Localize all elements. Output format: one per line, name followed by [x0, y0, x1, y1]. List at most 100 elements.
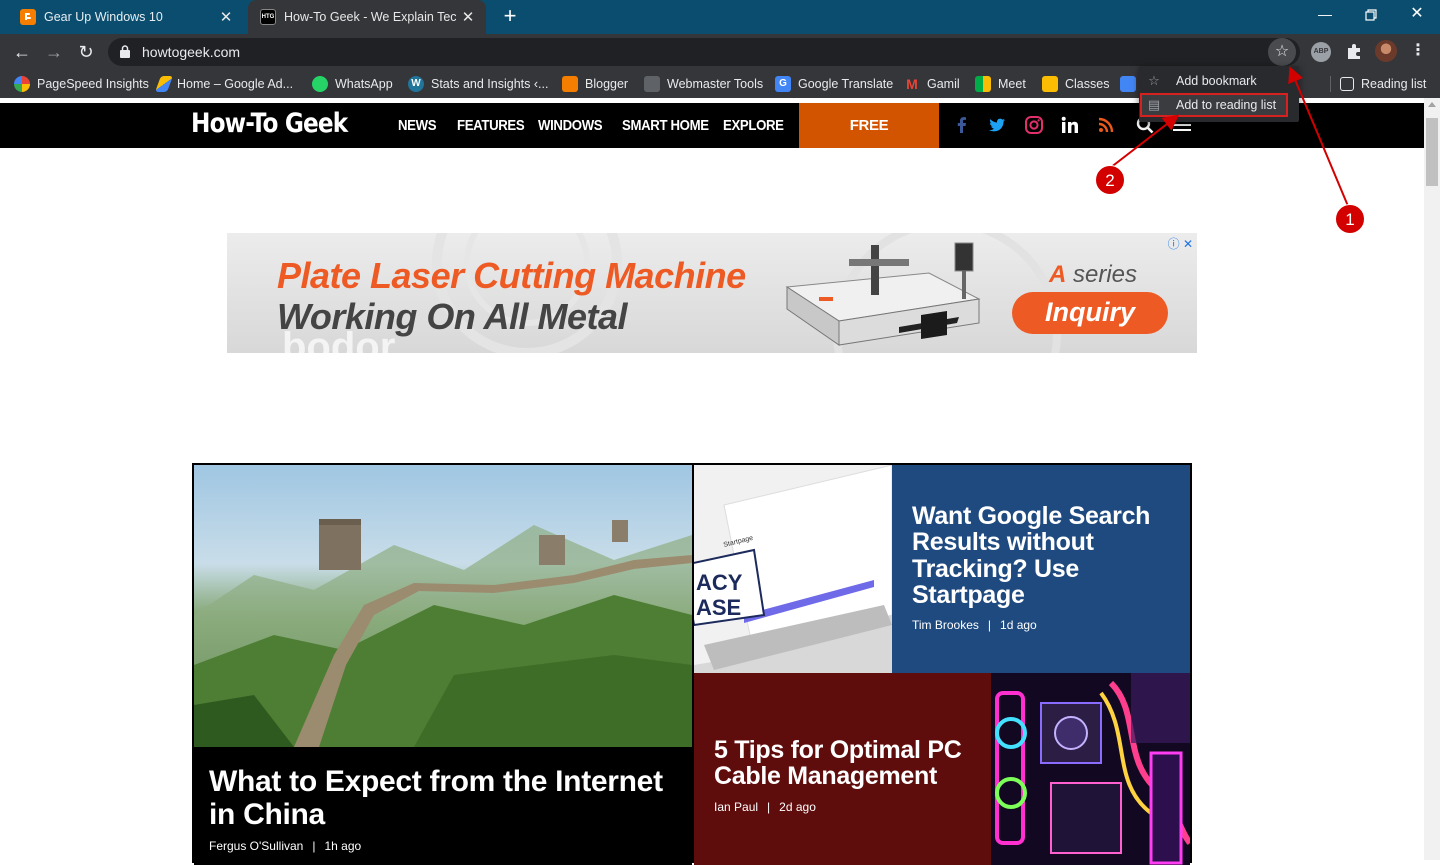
htg-icon: HTG [260, 9, 276, 25]
bookmark-classes[interactable]: Classes [1042, 75, 1109, 93]
extensions-puzzle-icon[interactable] [1343, 40, 1365, 62]
tab-title: How-To Geek - We Explain Technology [284, 10, 456, 24]
article-time: 1d ago [1000, 618, 1037, 632]
adblock-icon[interactable]: ABP [1311, 42, 1331, 62]
twitter-icon[interactable] [987, 115, 1007, 135]
laser-cutting-machine-image [785, 242, 981, 346]
nav-smart-home[interactable]: SMART HOME [622, 117, 709, 134]
article-byline: Fergus O'Sullivan | 1h ago [209, 839, 361, 853]
article-card-main[interactable]: What to Expect from the Internet in Chin… [194, 465, 692, 865]
scrollbar-thumb[interactable] [1426, 118, 1438, 186]
nav-news[interactable]: NEWS [398, 117, 437, 134]
close-window-button[interactable]: ✕ [1394, 0, 1440, 30]
bookmark-meet[interactable]: Meet [975, 75, 1026, 93]
rss-icon[interactable] [1096, 115, 1116, 135]
reading-list-button[interactable]: Reading list [1340, 75, 1426, 93]
google-ads-icon [155, 76, 173, 92]
free-newsletter-button[interactable]: FREE NEWSLETTER [799, 103, 939, 179]
tab-strip: Gear Up Windows 10 ✕ HTG How-To Geek - W… [0, 0, 1440, 34]
bookmark-stats-insights[interactable]: W Stats and Insights ‹... [408, 75, 548, 93]
advertisement-banner[interactable]: Plate Laser Cutting Machine Working On A… [227, 233, 1197, 353]
article-body: What to Expect from the Internet in Chin… [194, 747, 692, 865]
article-title[interactable]: 5 Tips for Optimal PC Cable Management [714, 737, 984, 790]
image-text-1: ACY [696, 570, 743, 595]
site-logo[interactable]: How-To Geek [191, 108, 348, 139]
google-translate-icon: G [775, 76, 791, 92]
webmaster-tools-icon [644, 76, 660, 92]
annotation-marker-1: 1 [1335, 204, 1365, 234]
ad-inquiry-button[interactable]: Inquiry [1012, 292, 1168, 334]
article-author[interactable]: Ian Paul [714, 800, 758, 814]
bookmark-popup-menu: ☆ Add bookmark ▤ Add to reading list [1139, 66, 1299, 122]
instagram-icon[interactable] [1024, 115, 1044, 135]
ad-watermark: bodor [282, 325, 396, 353]
bookmark-star-icon[interactable]: ☆ [1268, 38, 1296, 66]
page-scrollbar[interactable] [1424, 98, 1440, 860]
reading-list-icon [1340, 77, 1354, 91]
ad-series: A series [1049, 261, 1138, 288]
article-card-cable-management[interactable]: 5 Tips for Optimal PC Cable Management I… [694, 673, 1190, 865]
wordpress-icon: W [408, 76, 424, 92]
restore-button[interactable] [1348, 0, 1394, 30]
classroom-icon [1042, 76, 1058, 92]
article-author[interactable]: Tim Brookes [912, 618, 979, 632]
blogger-icon [20, 9, 36, 25]
nav-features[interactable]: FEATURES [457, 117, 525, 134]
minimize-button[interactable]: — [1302, 0, 1348, 30]
add-bookmark-menu-item[interactable]: ☆ Add bookmark [1139, 69, 1299, 93]
gmail-icon: M [906, 76, 918, 92]
article-byline: Tim Brookes | 1d ago [912, 618, 1037, 632]
bookmark-google-translate[interactable]: G Google Translate [775, 75, 893, 93]
reload-button[interactable]: ↻ [73, 39, 99, 65]
reading-list-icon: ▤ [1147, 97, 1161, 112]
article-time: 2d ago [779, 800, 816, 814]
image-text-2: ASE [696, 595, 741, 620]
bookmarks-separator [1330, 76, 1331, 92]
forward-button[interactable]: → [41, 39, 67, 65]
menu-kebab-icon[interactable]: ⋮ [1407, 40, 1429, 62]
scroll-up-arrow-icon[interactable] [1428, 102, 1436, 107]
whatsapp-icon [312, 76, 328, 92]
bookmark-blogger[interactable]: Blogger [562, 75, 628, 93]
bookmark-google-ads[interactable]: Home – Google Ad... [155, 75, 293, 93]
linkedin-icon[interactable] [1060, 115, 1080, 135]
tab-how-to-geek[interactable]: HTG How-To Geek - We Explain Technology … [248, 0, 486, 34]
browser-toolbar: ← → ↻ howtogeek.com [0, 34, 1440, 70]
lock-icon [120, 45, 130, 58]
nav-explore[interactable]: EXPLORE [723, 117, 784, 134]
article-byline: Ian Paul | 2d ago [714, 800, 816, 814]
tab-gear-up-windows[interactable]: Gear Up Windows 10 ✕ [8, 0, 244, 34]
facebook-icon[interactable] [952, 115, 972, 135]
bookmark-pagespeed[interactable]: PageSpeed Insights [14, 75, 149, 93]
back-button[interactable]: ← [9, 39, 35, 65]
bookmark-folder-icon [1120, 76, 1136, 92]
great-wall-image [194, 465, 692, 747]
ad-choices-icon[interactable]: ⓘ ✕ [1168, 235, 1193, 252]
startpage-laptop-image: ACY ASE Startpage [694, 465, 892, 673]
article-body: Want Google Search Results without Track… [892, 465, 1190, 673]
pagespeed-icon [14, 76, 30, 92]
blogger-icon [562, 76, 578, 92]
article-time: 1h ago [324, 839, 362, 853]
annotation-marker-2: 2 [1095, 165, 1125, 195]
article-title[interactable]: Want Google Search Results without Track… [912, 503, 1180, 608]
close-icon[interactable]: ✕ [456, 8, 480, 26]
new-tab-button[interactable]: + [498, 4, 522, 30]
tab-title: Gear Up Windows 10 [44, 10, 163, 24]
bookmark-whatsapp[interactable]: WhatsApp [312, 75, 393, 93]
article-title[interactable]: What to Expect from the Internet in Chin… [209, 765, 679, 831]
add-to-reading-list-menu-item[interactable]: ▤ Add to reading list [1140, 93, 1288, 117]
ad-headline: Plate Laser Cutting Machine [277, 255, 746, 296]
rgb-pc-image [991, 673, 1190, 865]
article-author[interactable]: Fergus O'Sullivan [209, 839, 303, 853]
article-card-startpage[interactable]: ACY ASE Startpage Want Google Search Res… [694, 465, 1190, 673]
byline-separator: | [987, 618, 992, 632]
bookmark-gmail[interactable]: M Gamil [904, 75, 960, 93]
profile-avatar[interactable] [1375, 40, 1397, 62]
star-icon: ☆ [1148, 73, 1160, 88]
address-bar[interactable]: howtogeek.com [108, 38, 1300, 66]
nav-windows[interactable]: WINDOWS [538, 117, 603, 134]
bookmark-webmaster-tools[interactable]: Webmaster Tools [644, 75, 763, 93]
byline-separator: | [312, 839, 316, 853]
close-icon[interactable]: ✕ [214, 8, 238, 26]
